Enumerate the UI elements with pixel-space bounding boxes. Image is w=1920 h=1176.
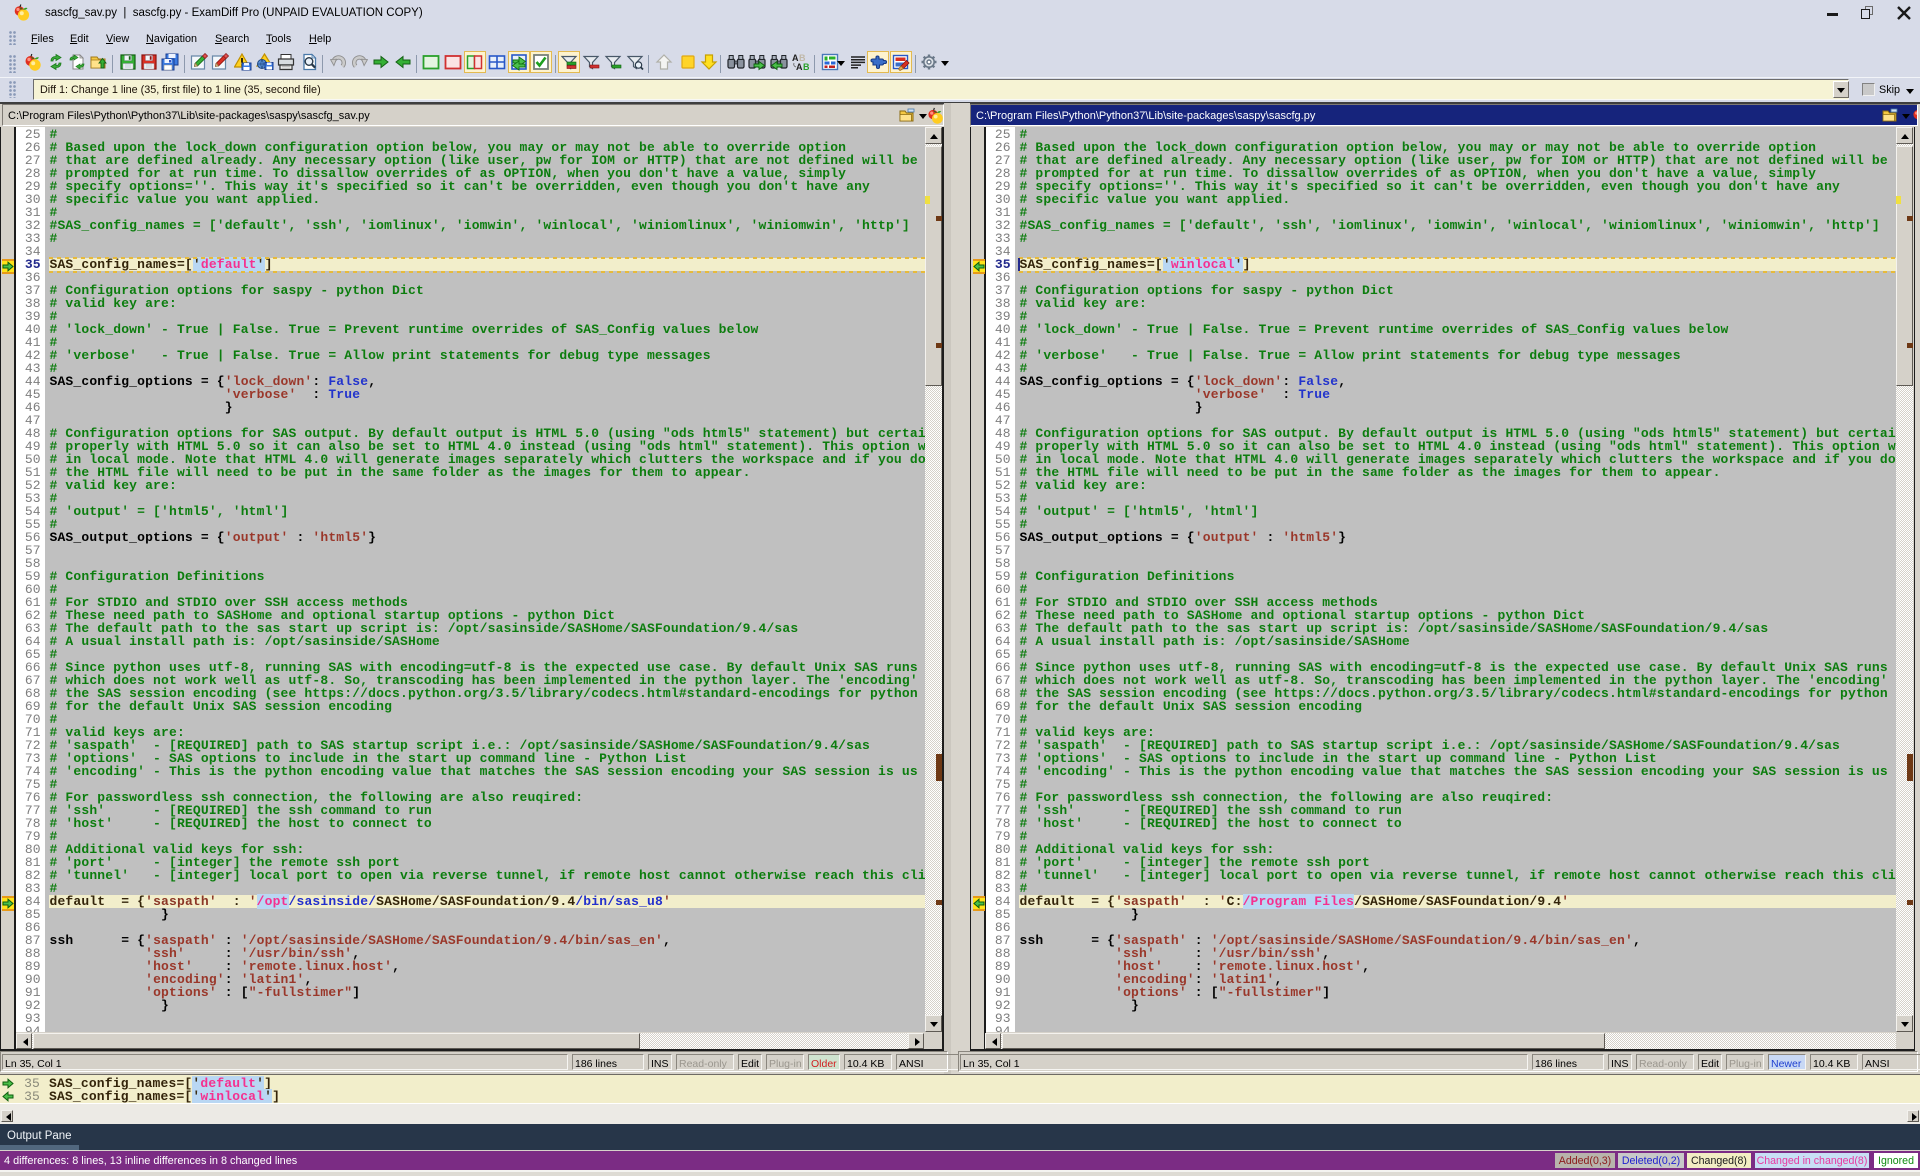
svg-text:A: A xyxy=(796,62,803,71)
svg-text:B: B xyxy=(803,62,809,71)
